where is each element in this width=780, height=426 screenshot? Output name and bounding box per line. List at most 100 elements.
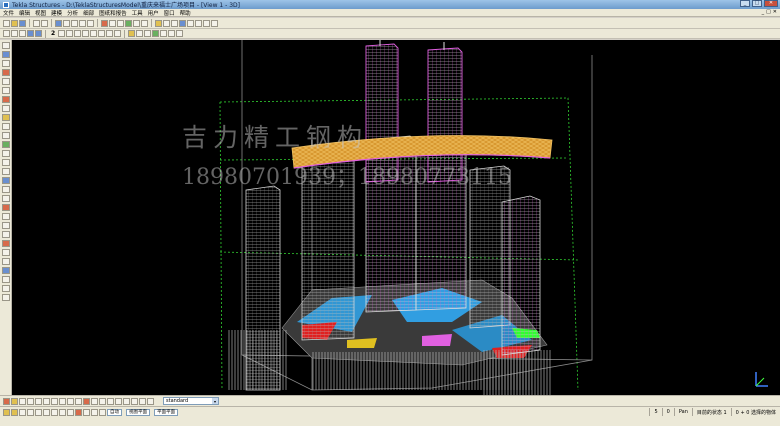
select-assemblies-icon[interactable]	[99, 397, 106, 405]
select-assembly-icon[interactable]	[19, 30, 26, 37]
snap-switch-icon[interactable]	[99, 408, 106, 416]
select-parts-icon[interactable]	[11, 30, 18, 37]
curved-beam-icon[interactable]	[1, 87, 10, 94]
select-cast-unit-icon[interactable]	[131, 397, 138, 405]
select-bolts-icon[interactable]	[75, 397, 82, 405]
weld-icon[interactable]	[141, 19, 148, 27]
clip-plane-icon[interactable]	[176, 30, 184, 37]
menu-tools[interactable]: 工具	[132, 9, 143, 17]
menu-modeling[interactable]: 建模	[51, 9, 62, 17]
snap-any-position-icon[interactable]	[67, 408, 74, 416]
select-drawings-icon[interactable]	[139, 397, 146, 405]
plate-icon[interactable]	[117, 19, 124, 27]
pad-footing-icon[interactable]	[1, 132, 10, 139]
select-views-icon[interactable]	[67, 397, 74, 405]
selection-filter-combo[interactable]: standard ▾	[163, 397, 219, 405]
folded-plate-icon[interactable]	[1, 123, 10, 130]
snap-center-icon[interactable]	[74, 30, 82, 37]
select-components-icon[interactable]	[11, 397, 18, 405]
3d-model-viewport[interactable]: 吉力精工钢构 18980701939；18980773115	[12, 40, 780, 395]
create-view-icon[interactable]	[55, 19, 62, 27]
copy-icon[interactable]	[203, 19, 210, 27]
select-all-icon[interactable]	[3, 30, 10, 37]
measure-icon[interactable]	[195, 19, 202, 27]
snap-line-extension-icon[interactable]	[59, 408, 66, 416]
bolt-tool-icon[interactable]	[1, 177, 10, 184]
split-icon[interactable]	[1, 222, 10, 229]
select-points-icon[interactable]	[35, 397, 42, 405]
selection-switch-icon[interactable]	[3, 397, 10, 405]
report-icon[interactable]	[163, 19, 170, 27]
render-icon[interactable]	[168, 30, 176, 37]
numbering-icon[interactable]	[171, 19, 178, 27]
select-pour-icon[interactable]	[115, 397, 122, 405]
bolt-icon[interactable]	[133, 19, 140, 27]
select-parts-switch-icon[interactable]	[19, 397, 26, 405]
beam-tool-icon[interactable]	[1, 69, 10, 76]
snap-intersect-icon[interactable]	[82, 30, 90, 37]
snap-reference-icon[interactable]	[11, 408, 18, 416]
open-model-icon[interactable]	[11, 19, 18, 27]
arrow-left-icon[interactable]	[27, 30, 34, 37]
move-icon[interactable]	[211, 19, 218, 27]
select-reinforcement-icon[interactable]	[91, 397, 98, 405]
mdi-maximize-button[interactable]: □	[766, 9, 771, 15]
select-single-bolt-icon[interactable]	[83, 397, 90, 405]
menu-help[interactable]: 帮助	[180, 9, 191, 17]
redo-icon[interactable]	[41, 19, 48, 27]
fitting-icon[interactable]	[1, 204, 10, 211]
select-surface-icon[interactable]	[27, 397, 34, 405]
menu-edit[interactable]: 编辑	[19, 9, 30, 17]
point-icon[interactable]	[1, 42, 10, 49]
select-objects-in-model-icon[interactable]	[147, 397, 154, 405]
menu-drawings-reports[interactable]: 图纸和报告	[99, 9, 127, 17]
chevron-down-icon[interactable]: ▾	[212, 398, 218, 404]
snap-line-icon[interactable]	[98, 30, 106, 37]
undo-icon[interactable]	[33, 19, 40, 27]
surface-treatment-icon[interactable]	[1, 258, 10, 265]
grid-line-icon[interactable]	[1, 51, 10, 58]
select-objects-icon[interactable]	[107, 397, 114, 405]
select-rebar-icon[interactable]	[123, 397, 130, 405]
menu-analysis[interactable]: 分析	[67, 9, 78, 17]
filter-icon[interactable]	[128, 30, 136, 37]
weld-tool-icon[interactable]	[1, 186, 10, 193]
properties-icon[interactable]	[160, 30, 168, 37]
menu-file[interactable]: 文件	[3, 9, 14, 17]
snap-line-end-icon[interactable]	[27, 408, 34, 416]
snap-override-icon[interactable]	[3, 408, 10, 416]
snap-perpendicular-icon[interactable]	[90, 30, 98, 37]
snap-line-icon[interactable]	[83, 408, 90, 416]
snap-mode-combo[interactable]: 自动	[107, 408, 122, 416]
contour-plate-icon[interactable]	[1, 114, 10, 121]
rebar-icon[interactable]	[1, 168, 10, 175]
polybeam-icon[interactable]	[1, 78, 10, 85]
component-icon[interactable]	[152, 30, 160, 37]
column-icon[interactable]	[109, 19, 116, 27]
combine-icon[interactable]	[1, 231, 10, 238]
snap-nearest-icon[interactable]	[106, 30, 114, 37]
mdi-minimize-button[interactable]: _	[762, 9, 765, 15]
snap-nearest-point-icon[interactable]	[75, 408, 82, 416]
minimize-button[interactable]: _	[740, 0, 750, 7]
rotate-icon[interactable]	[79, 19, 86, 27]
twin-profile-icon[interactable]	[1, 105, 10, 112]
mdi-close-button[interactable]: ✕	[773, 9, 777, 15]
menu-detailing[interactable]: 细部	[83, 9, 94, 17]
snap-end-icon[interactable]	[58, 30, 66, 37]
view-list-icon[interactable]	[63, 19, 70, 27]
attach-icon[interactable]	[1, 240, 10, 247]
menu-view[interactable]: 视图	[35, 9, 46, 17]
panel-icon[interactable]	[1, 159, 10, 166]
cut-icon[interactable]	[1, 195, 10, 202]
inquire-icon[interactable]	[187, 19, 194, 27]
work-plane-icon[interactable]	[136, 30, 144, 37]
arrow-right-icon[interactable]	[35, 30, 42, 37]
plane-mode-combo[interactable]: 视图平面	[126, 408, 150, 416]
menu-user[interactable]: 用户	[148, 9, 159, 17]
snap-mid-icon[interactable]	[66, 30, 74, 37]
strip-footing-icon[interactable]	[1, 141, 10, 148]
snap-perpendicular-point-icon[interactable]	[51, 408, 58, 416]
chamfer-icon[interactable]	[1, 213, 10, 220]
select-cuts-icon[interactable]	[59, 397, 66, 405]
